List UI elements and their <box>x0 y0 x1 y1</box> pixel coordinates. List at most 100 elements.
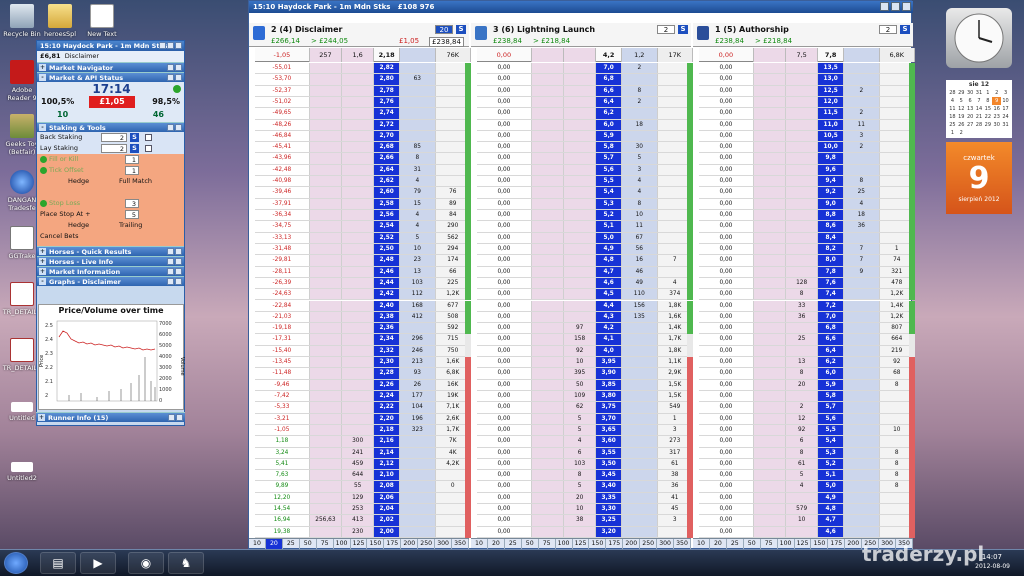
back-cell[interactable] <box>342 402 375 413</box>
calendar-day[interactable]: 27 <box>966 121 975 129</box>
price-cell[interactable]: 3,50 <box>596 458 623 470</box>
price-cell[interactable]: 4,7 <box>596 266 623 277</box>
calendar-gadget[interactable]: sie 12 28 29 30 31 1 2 3 4 5 6 7 8 9 10 11 12 13 14 15 16 17… <box>946 80 1012 138</box>
back-cell[interactable]: 129 <box>342 492 375 504</box>
ladder-title-bar[interactable]: 15:10 Haydock Park - 1m Mdn Stks £108 97… <box>249 1 913 13</box>
lay-cell[interactable]: 168 <box>400 300 436 311</box>
ladder-row[interactable]: -39,46 2,60 79 76 <box>255 187 471 199</box>
stake-option[interactable]: 125 <box>351 539 368 549</box>
ladder-row[interactable]: 14,54 253 2,04 <box>255 504 471 516</box>
price-cell[interactable]: 2,14 <box>374 447 401 458</box>
ladder-row[interactable]: 0,00 4,8 16 7 <box>477 255 693 267</box>
lay-cell[interactable]: 5 <box>622 153 658 164</box>
stake-option[interactable]: 10 <box>693 539 710 549</box>
lay-cell[interactable] <box>622 424 658 436</box>
stake-option[interactable]: 50 <box>744 539 761 549</box>
lay-cell[interactable] <box>622 334 658 345</box>
calendar-day[interactable]: 13 <box>966 105 975 113</box>
back-cell[interactable] <box>786 96 819 108</box>
ladder-row[interactable]: 0,00 4,6 49 4 <box>477 277 693 290</box>
price-cell[interactable]: 2,04 <box>374 504 401 515</box>
lay-cell[interactable] <box>622 481 658 492</box>
lay-cell[interactable] <box>400 96 436 108</box>
expand-icon[interactable]: + <box>39 268 46 275</box>
ladder-row[interactable]: -42,48 2,64 31 <box>255 164 471 177</box>
ladder-row[interactable]: 0,00 395 3,90 2,9K <box>477 368 693 380</box>
lay-cell[interactable]: 7 <box>844 243 880 255</box>
price-cell[interactable]: 6,4 <box>596 96 623 108</box>
stake-option[interactable]: 100 <box>778 539 795 549</box>
stake-option[interactable]: 150 <box>589 539 607 549</box>
ladder-row[interactable]: 0,00 9,8 <box>699 153 915 165</box>
lay-cell[interactable] <box>622 504 658 515</box>
back-cell[interactable] <box>342 63 375 74</box>
ladder-row[interactable]: -36,34 2,56 4 84 <box>255 210 471 222</box>
lay-cell[interactable]: 412 <box>400 311 436 323</box>
lay-cell[interactable] <box>844 289 880 300</box>
ladder-row[interactable]: -52,37 2,78 <box>255 85 471 97</box>
price-cell[interactable]: 5,0 <box>596 232 623 243</box>
ladder-row[interactable]: 0,00 9,0 4 <box>699 198 915 210</box>
lay-cell[interactable]: 26 <box>400 379 436 390</box>
edit-icon[interactable] <box>145 145 152 152</box>
ladder-row[interactable]: 0,00 12 5,6 <box>699 413 915 425</box>
ladder-row[interactable]: 0,00 11,5 2 <box>699 108 915 120</box>
stake-option[interactable]: 50 <box>300 539 317 549</box>
calendar-day[interactable]: 9 <box>992 97 1002 105</box>
ladder-row[interactable]: -17,31 2,34 296 715 <box>255 334 471 346</box>
lay-cell[interactable]: 5 <box>400 232 436 243</box>
ladder-row[interactable]: 0,00 50 3,85 1,5K <box>477 379 693 391</box>
close-icon[interactable] <box>175 124 182 131</box>
ladder-row[interactable]: 0,00 6,2 <box>477 108 693 120</box>
lay-cell[interactable]: 135 <box>622 311 658 323</box>
stop-loss-input[interactable]: 3 <box>125 199 139 208</box>
price-cell[interactable]: 9,6 <box>818 164 845 176</box>
lay-cell[interactable]: 4 <box>844 198 880 209</box>
ladder-row[interactable]: 0,00 8,0 7 74 <box>699 255 915 267</box>
lay-cell[interactable]: 36 <box>844 221 880 232</box>
lay-cell[interactable] <box>844 492 880 504</box>
ladder-row[interactable]: 0,00 4,5 110 374 <box>477 289 693 301</box>
price-cell[interactable]: 5,2 <box>596 210 623 221</box>
stake-option[interactable]: 150 <box>367 539 385 549</box>
back-cell[interactable]: 5 <box>564 424 597 436</box>
back-cell[interactable] <box>342 379 375 390</box>
back-cell[interactable] <box>342 119 375 130</box>
price-cell[interactable]: 12,5 <box>818 85 845 96</box>
ladder-row[interactable]: -46,84 2,70 <box>255 130 471 143</box>
calendar-day[interactable]: 22 <box>983 113 992 121</box>
calendar-day[interactable]: 26 <box>957 121 966 129</box>
price-cell[interactable]: 4,8 <box>818 504 845 515</box>
back-cell[interactable] <box>342 311 375 323</box>
back-cell[interactable] <box>342 390 375 402</box>
back-cell[interactable]: 109 <box>564 390 597 402</box>
price-cell[interactable]: 8,6 <box>818 221 845 232</box>
collapse-icon[interactable]: - <box>39 278 46 285</box>
ladder-row[interactable]: 0,00 4 3,60 273 <box>477 436 693 448</box>
lay-cell[interactable] <box>400 492 436 504</box>
price-cell[interactable]: 6,6 <box>818 334 845 345</box>
lay-cell[interactable] <box>844 504 880 515</box>
ladder-row[interactable]: -49,65 2,74 <box>255 108 471 120</box>
lay-cell[interactable] <box>844 334 880 345</box>
ladder-row[interactable]: 0,00 4,6 <box>699 526 915 538</box>
calendar-day[interactable]: 18 <box>948 113 957 121</box>
price-cell[interactable]: 2,18 <box>374 424 401 436</box>
back-cell[interactable]: 38 <box>564 515 597 526</box>
back-cell[interactable] <box>564 232 597 243</box>
price-cell[interactable]: 4,4 <box>596 300 623 311</box>
lay-cell[interactable] <box>844 424 880 436</box>
price-cell[interactable]: 9,2 <box>818 187 845 198</box>
ladder-row[interactable]: 0,00 8 6,0 68 <box>699 368 915 380</box>
price-cell[interactable]: 5,8 <box>818 390 845 402</box>
back-cell[interactable]: 8 <box>564 470 597 481</box>
back-cell[interactable] <box>342 187 375 198</box>
stake-option[interactable]: 50 <box>522 539 539 549</box>
price-cell[interactable]: 8,8 <box>818 210 845 221</box>
price-cell[interactable]: 9,4 <box>818 176 845 187</box>
stake-option[interactable]: 100 <box>334 539 351 549</box>
calendar-day[interactable]: 28 <box>948 89 957 97</box>
price-cell[interactable]: 6,8 <box>818 323 845 334</box>
ladder-row[interactable]: 0,00 4,9 56 <box>477 243 693 256</box>
price-cell[interactable]: 9,0 <box>818 198 845 209</box>
